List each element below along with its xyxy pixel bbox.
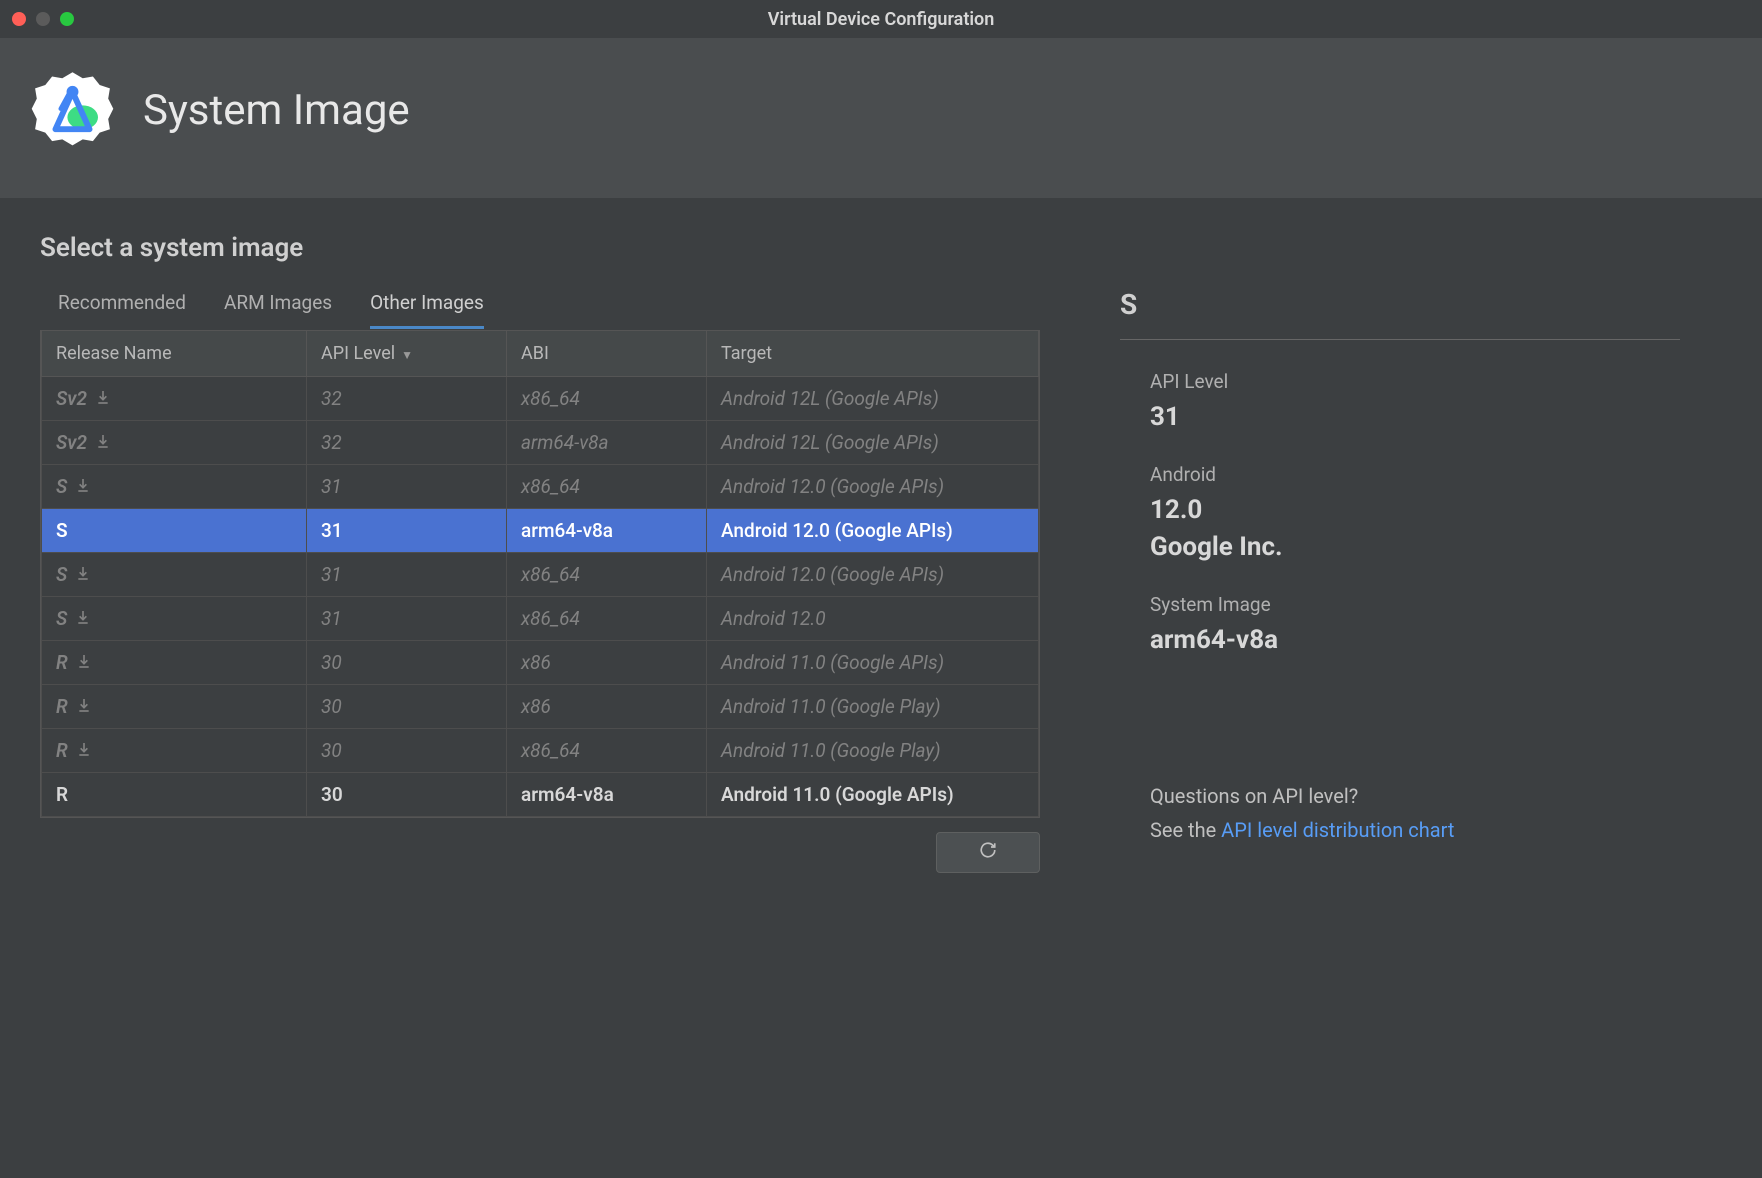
target-cell: Android 12L (Google APIs) — [707, 421, 1039, 465]
maximize-window-button[interactable] — [60, 12, 74, 26]
table-row[interactable]: Sv2 32x86_64Android 12L (Google APIs) — [42, 377, 1039, 421]
abi-cell: arm64-v8a — [507, 421, 707, 465]
table-row[interactable]: R 30arm64-v8aAndroid 11.0 (Google APIs) — [42, 773, 1039, 817]
close-window-button[interactable] — [12, 12, 26, 26]
release-name: R — [56, 695, 68, 718]
left-pane: Select a system image Recommended ARM Ima… — [40, 233, 1060, 873]
abi-cell: x86_64 — [507, 377, 707, 421]
details-header: S — [1120, 288, 1680, 340]
table-row[interactable]: S 31arm64-v8aAndroid 12.0 (Google APIs) — [42, 509, 1039, 553]
abi-cell: x86_64 — [507, 465, 707, 509]
abi-cell: x86_64 — [507, 597, 707, 641]
sort-desc-icon: ▼ — [401, 348, 413, 362]
detail-sysimage-value: arm64-v8a — [1150, 622, 1680, 658]
abi-cell: x86 — [507, 641, 707, 685]
download-icon[interactable] — [76, 651, 92, 674]
download-icon[interactable] — [76, 739, 92, 762]
detail-android-label: Android — [1150, 463, 1680, 486]
details-pane: S API Level 31 Android 12.0 Google Inc. … — [1120, 233, 1680, 873]
title-bar: Virtual Device Configuration — [0, 0, 1762, 38]
abi-cell: x86_64 — [507, 553, 707, 597]
detail-android-version: 12.0 — [1150, 492, 1680, 528]
api-level-cell: 31 — [307, 509, 507, 553]
detail-sysimage-label: System Image — [1150, 593, 1680, 616]
questions-prefix: See the — [1150, 818, 1221, 842]
traffic-lights — [12, 12, 74, 26]
api-level-cell: 30 — [307, 729, 507, 773]
target-cell: Android 12L (Google APIs) — [707, 377, 1039, 421]
release-name: R — [56, 739, 68, 762]
download-icon[interactable] — [95, 387, 111, 410]
release-name: S — [56, 519, 68, 542]
page-header: System Image — [0, 38, 1762, 198]
column-abi[interactable]: ABI — [507, 331, 707, 377]
tab-recommended[interactable]: Recommended — [58, 291, 186, 329]
detail-vendor: Google Inc. — [1150, 529, 1680, 565]
tab-other-images[interactable]: Other Images — [370, 291, 484, 329]
system-image-table: Release Name API Level▼ ABI Target Sv2 32… — [40, 330, 1040, 818]
api-level-cell: 30 — [307, 685, 507, 729]
target-cell: Android 12.0 (Google APIs) — [707, 509, 1039, 553]
target-cell: Android 12.0 (Google APIs) — [707, 465, 1039, 509]
minimize-window-button[interactable] — [36, 12, 50, 26]
download-icon[interactable] — [95, 431, 111, 454]
release-name: S — [56, 607, 67, 630]
tabs: Recommended ARM Images Other Images — [40, 291, 1060, 330]
column-target[interactable]: Target — [707, 331, 1039, 377]
release-name: R — [56, 783, 68, 806]
download-icon[interactable] — [76, 695, 92, 718]
page-title: System Image — [143, 86, 410, 135]
abi-cell: x86 — [507, 685, 707, 729]
table-row[interactable]: R 30x86Android 11.0 (Google APIs) — [42, 641, 1039, 685]
table-row[interactable]: R 30x86_64Android 11.0 (Google Play) — [42, 729, 1039, 773]
api-level-cell: 30 — [307, 773, 507, 817]
table-row[interactable]: S 31x86_64Android 12.0 (Google APIs) — [42, 553, 1039, 597]
target-cell: Android 11.0 (Google Play) — [707, 685, 1039, 729]
table-row[interactable]: R 30x86Android 11.0 (Google Play) — [42, 685, 1039, 729]
abi-cell: x86_64 — [507, 729, 707, 773]
column-api-level[interactable]: API Level▼ — [307, 331, 507, 377]
api-level-cell: 30 — [307, 641, 507, 685]
target-cell: Android 12.0 — [707, 597, 1039, 641]
column-release-name[interactable]: Release Name — [42, 331, 307, 377]
table-row[interactable]: S 31x86_64Android 12.0 (Google APIs) — [42, 465, 1039, 509]
api-level-cell: 31 — [307, 465, 507, 509]
detail-api-label: API Level — [1150, 370, 1680, 393]
api-level-cell: 31 — [307, 597, 507, 641]
refresh-button[interactable] — [936, 832, 1040, 873]
api-distribution-link[interactable]: API level distribution chart — [1221, 818, 1454, 842]
tab-arm-images[interactable]: ARM Images — [224, 291, 332, 329]
table-row[interactable]: Sv2 32arm64-v8aAndroid 12L (Google APIs) — [42, 421, 1039, 465]
target-cell: Android 11.0 (Google Play) — [707, 729, 1039, 773]
release-name: Sv2 — [56, 431, 87, 454]
target-cell: Android 11.0 (Google APIs) — [707, 773, 1039, 817]
api-level-cell: 32 — [307, 421, 507, 465]
release-name: S — [56, 475, 67, 498]
release-name: Sv2 — [56, 387, 87, 410]
release-name: R — [56, 651, 68, 674]
table-row[interactable]: S 31x86_64Android 12.0 — [42, 597, 1039, 641]
download-icon[interactable] — [75, 563, 91, 586]
section-title: Select a system image — [40, 233, 1060, 263]
detail-api-value: 31 — [1150, 399, 1680, 435]
release-name: S — [56, 563, 67, 586]
api-level-cell: 32 — [307, 377, 507, 421]
android-studio-icon — [30, 68, 115, 153]
download-icon[interactable] — [75, 475, 91, 498]
api-level-cell: 31 — [307, 553, 507, 597]
abi-cell: arm64-v8a — [507, 773, 707, 817]
download-icon[interactable] — [75, 607, 91, 630]
questions-title: Questions on API level? — [1150, 779, 1680, 813]
refresh-icon — [977, 843, 999, 863]
target-cell: Android 12.0 (Google APIs) — [707, 553, 1039, 597]
window-title: Virtual Device Configuration — [768, 9, 995, 30]
abi-cell: arm64-v8a — [507, 509, 707, 553]
target-cell: Android 11.0 (Google APIs) — [707, 641, 1039, 685]
